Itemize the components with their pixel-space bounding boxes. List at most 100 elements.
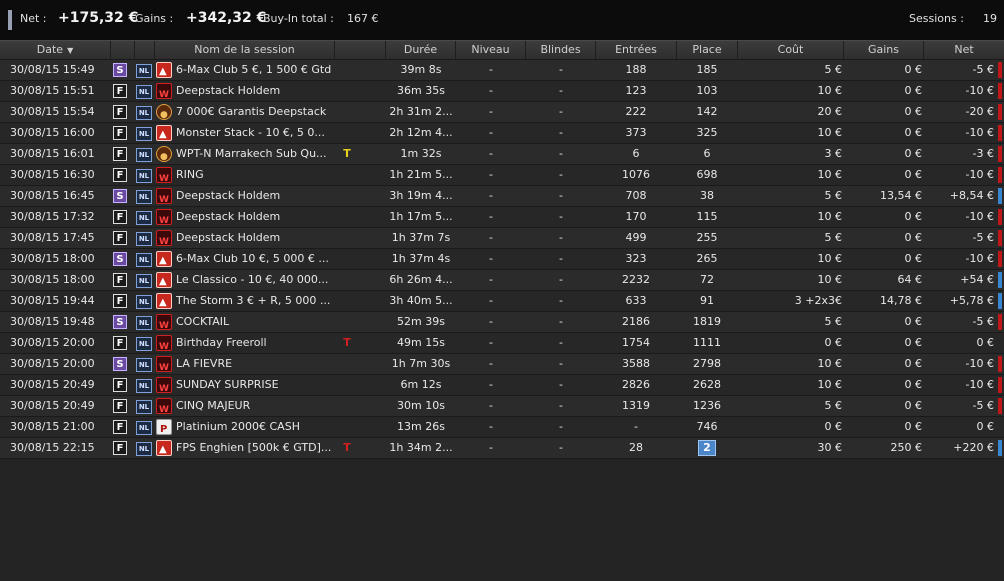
- table-row[interactable]: 30/08/15 20:00 F NL Birthday Freeroll T …: [0, 333, 1004, 354]
- table-row[interactable]: 30/08/15 17:45 F NL Deepstack Holdem 1h …: [0, 228, 1004, 249]
- table-row[interactable]: 30/08/15 20:49 F NL CINQ MAJEUR 30m 10s …: [0, 396, 1004, 417]
- session-level: -: [489, 189, 493, 202]
- session-duration: 36m 35s: [397, 84, 445, 97]
- col-header-duration[interactable]: Durée: [386, 41, 456, 59]
- game-type-cell: NL: [136, 438, 154, 458]
- table-row[interactable]: 30/08/15 16:45 S NL Deepstack Holdem 3h …: [0, 186, 1004, 207]
- place-value: 91: [700, 294, 714, 307]
- session-type-cell: F: [113, 165, 131, 185]
- col-header-level[interactable]: Niveau: [456, 41, 526, 59]
- nl-badge: NL: [136, 232, 152, 246]
- session-duration: 49m 15s: [397, 336, 445, 349]
- col-header-cost[interactable]: Coût: [738, 41, 844, 59]
- nl-badge: NL: [136, 337, 152, 351]
- place-value: 1819: [693, 315, 721, 328]
- session-blinds: -: [559, 105, 563, 118]
- session-date: 30/08/15 15:51: [10, 84, 95, 97]
- session-type-cell: F: [113, 228, 131, 248]
- table-row[interactable]: 30/08/15 15:49 S NL 6-Max Club 5 €, 1 50…: [0, 60, 1004, 81]
- col-header-net[interactable]: Net: [924, 41, 1004, 59]
- table-row[interactable]: 30/08/15 19:48 S NL COCKTAIL 52m 39s - -…: [0, 312, 1004, 333]
- session-place: 115: [677, 207, 737, 227]
- session-duration: 30m 10s: [397, 399, 445, 412]
- col-header-gains[interactable]: Gains: [844, 41, 924, 59]
- session-cost: 10 €: [817, 210, 843, 223]
- net-indicator-bar: [998, 167, 1002, 183]
- place-value: 1236: [693, 399, 721, 412]
- session-type-cell: F: [113, 438, 131, 458]
- partouche-logo-icon: [156, 104, 172, 122]
- session-place: 142: [677, 102, 737, 122]
- session-entries: 188: [625, 63, 647, 76]
- room-logo-cell: [156, 123, 174, 143]
- game-type-cell: NL: [136, 228, 154, 248]
- session-blinds: -: [559, 378, 563, 391]
- session-type-badge: F: [113, 420, 127, 434]
- session-gains: 0 €: [904, 252, 923, 265]
- session-place: 698: [677, 165, 737, 185]
- session-net: -10 €: [965, 168, 994, 181]
- game-type-cell: NL: [136, 291, 154, 311]
- session-name: LA FIEVRE: [176, 357, 233, 370]
- table-row[interactable]: 30/08/15 21:00 F NL Platinium 2000€ CASH…: [0, 417, 1004, 438]
- table-row[interactable]: 30/08/15 20:49 F NL SUNDAY SURPRISE 6m 1…: [0, 375, 1004, 396]
- nl-badge: NL: [136, 127, 152, 141]
- session-flag: [340, 81, 354, 101]
- table-row[interactable]: 30/08/15 16:00 F NL Monster Stack - 10 €…: [0, 123, 1004, 144]
- table-row[interactable]: 30/08/15 15:51 F NL Deepstack Holdem 36m…: [0, 81, 1004, 102]
- col-header-type[interactable]: [111, 41, 135, 59]
- col-header-entries[interactable]: Entrées: [596, 41, 677, 59]
- session-level: -: [489, 441, 493, 454]
- session-place: 265: [677, 249, 737, 269]
- table-row[interactable]: 30/08/15 18:00 S NL 6-Max Club 10 €, 5 0…: [0, 249, 1004, 270]
- game-type-cell: NL: [136, 165, 154, 185]
- summary-bar: Net : +175,32 € Gains : +342,32 € Buy-In…: [0, 0, 1004, 40]
- session-date: 30/08/15 20:00: [10, 357, 95, 370]
- session-type-badge: F: [113, 210, 127, 224]
- session-name: 7 000€ Garantis Deepstack: [176, 105, 327, 118]
- session-flag: [340, 123, 354, 143]
- session-place: 103: [677, 81, 737, 101]
- session-entries: -: [634, 420, 638, 433]
- col-header-place[interactable]: Place: [677, 41, 738, 59]
- table-row[interactable]: 30/08/15 17:32 F NL Deepstack Holdem 1h …: [0, 207, 1004, 228]
- session-date: 30/08/15 18:00: [10, 252, 95, 265]
- session-gains: 0 €: [904, 336, 923, 349]
- session-level: -: [489, 63, 493, 76]
- table-row[interactable]: 30/08/15 15:54 F NL 7 000€ Garantis Deep…: [0, 102, 1004, 123]
- winamax-logo-icon: [156, 335, 172, 353]
- winamax-logo-icon: [156, 314, 172, 332]
- session-flag: [340, 417, 354, 437]
- session-date: 30/08/15 17:45: [10, 231, 95, 244]
- table-row[interactable]: 30/08/15 18:00 F NL Le Classico - 10 €, …: [0, 270, 1004, 291]
- table-row[interactable]: 30/08/15 20:00 S NL LA FIEVRE 1h 7m 30s …: [0, 354, 1004, 375]
- table-row[interactable]: 30/08/15 16:01 F NL WPT-N Marrakech Sub …: [0, 144, 1004, 165]
- session-flag: [340, 60, 354, 80]
- session-type-badge: F: [113, 147, 127, 161]
- session-place: 1111: [677, 333, 737, 353]
- col-header-date[interactable]: Date ▼: [0, 41, 111, 59]
- room-logo-cell: [156, 102, 174, 122]
- table-row[interactable]: 30/08/15 16:30 F NL RING 1h 21m 5... - -…: [0, 165, 1004, 186]
- session-type-cell: F: [113, 375, 131, 395]
- nl-badge: NL: [136, 64, 152, 78]
- col-header-game[interactable]: [135, 41, 155, 59]
- table-row[interactable]: 30/08/15 22:15 F NL FPS Enghien [500k € …: [0, 438, 1004, 459]
- net-indicator-bar: [998, 440, 1002, 456]
- session-net: -5 €: [972, 231, 994, 244]
- session-entries: 1076: [622, 168, 650, 181]
- net-indicator-bar: [998, 272, 1002, 288]
- net-label: Net :: [20, 12, 47, 25]
- col-header-blinds[interactable]: Blindes: [526, 41, 596, 59]
- col-header-flag[interactable]: [335, 41, 386, 59]
- nl-badge: NL: [136, 421, 152, 435]
- session-duration: 3h 40m 5...: [389, 294, 453, 307]
- game-type-cell: NL: [136, 186, 154, 206]
- place-highlight-badge: 2: [698, 440, 716, 456]
- session-date: 30/08/15 15:54: [10, 105, 95, 118]
- nl-badge: NL: [136, 211, 152, 225]
- table-row[interactable]: 30/08/15 19:44 F NL The Storm 3 € + R, 5…: [0, 291, 1004, 312]
- game-type-cell: NL: [136, 144, 154, 164]
- nl-badge: NL: [136, 274, 152, 288]
- col-header-name[interactable]: Nom de la session: [155, 41, 335, 59]
